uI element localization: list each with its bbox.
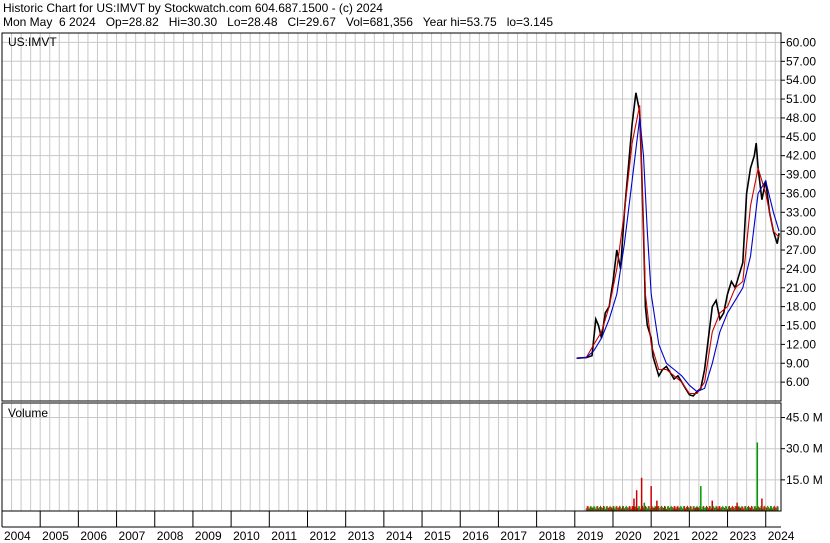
- year-label: 2009: [195, 529, 222, 543]
- year-label: 2021: [653, 529, 680, 543]
- volume-tick-label: 45.0 M: [786, 411, 823, 425]
- price-tick-label: 48.00: [786, 111, 816, 125]
- year-label: 2007: [119, 529, 146, 543]
- price-tick-label: 36.00: [786, 186, 816, 200]
- price-tick-label: 42.00: [786, 149, 816, 163]
- volume-bars: [585, 442, 779, 511]
- price-tick-label: 30.00: [786, 224, 816, 238]
- price-tick-label: 18.00: [786, 300, 816, 314]
- price-tick-label: 27.00: [786, 243, 816, 257]
- price-tick-label: 21.00: [786, 281, 816, 295]
- volume-tick-label: 15.0 M: [786, 473, 823, 487]
- panel-frames: [1, 32, 782, 528]
- price-series-line-0: [576, 92, 780, 397]
- price-series-line-1: [576, 105, 780, 395]
- price-tick-label: 45.00: [786, 130, 816, 144]
- year-label: 2010: [233, 529, 260, 543]
- price-tick-label: 51.00: [786, 92, 816, 106]
- volume-grid: [1, 403, 781, 511]
- price-tick-label: 39.00: [786, 168, 816, 182]
- price-tick-label: 12.00: [786, 337, 816, 351]
- year-label: 2005: [42, 529, 69, 543]
- year-label: 2006: [80, 529, 107, 543]
- year-label: 2011: [271, 529, 297, 543]
- year-label: 2022: [691, 529, 718, 543]
- price-series-line-2: [576, 117, 780, 393]
- price-tick-label: 9.00: [786, 356, 810, 370]
- price-grid: [1, 33, 781, 401]
- year-label: 2014: [386, 529, 413, 543]
- year-label: 2015: [424, 529, 451, 543]
- year-label: 2012: [309, 529, 336, 543]
- price-tick-label: 57.00: [786, 54, 816, 68]
- volume-axis: 45.0 M 30.0 M 15.0 M: [781, 411, 823, 487]
- price-panel-frame: [1, 32, 782, 402]
- year-label: 2018: [539, 529, 566, 543]
- price-series: [576, 92, 780, 397]
- price-tick-label: 15.00: [786, 319, 816, 333]
- year-label: 2023: [730, 529, 757, 543]
- price-axis: 60.00 57.00 54.00 51.00 48.00 45.00 42.00 39.00…: [781, 35, 816, 389]
- price-tick-label: 33.00: [786, 205, 816, 219]
- year-label: 2013: [348, 529, 375, 543]
- price-tick-label: 60.00: [786, 35, 816, 49]
- stock-chart: 60.00 57.00 54.00 51.00 48.00 45.00 42.00 39.00…: [1, 32, 823, 543]
- price-tick-label: 24.00: [786, 262, 816, 276]
- year-label: 2019: [577, 529, 604, 543]
- volume-label: Volume: [8, 406, 48, 420]
- ticker-label: US:IMVT: [8, 35, 57, 49]
- year-label: 2016: [462, 529, 489, 543]
- price-tick-label: 6.00: [786, 375, 810, 389]
- year-label: 2008: [157, 529, 184, 543]
- price-tick-label: 54.00: [786, 73, 816, 87]
- year-label: 2024: [768, 529, 795, 543]
- volume-tick-label: 30.0 M: [786, 442, 823, 456]
- year-label: 2020: [615, 529, 642, 543]
- volume-panel-frame: [1, 402, 782, 512]
- year-label: 2004: [4, 529, 31, 543]
- year-label: 2017: [500, 529, 527, 543]
